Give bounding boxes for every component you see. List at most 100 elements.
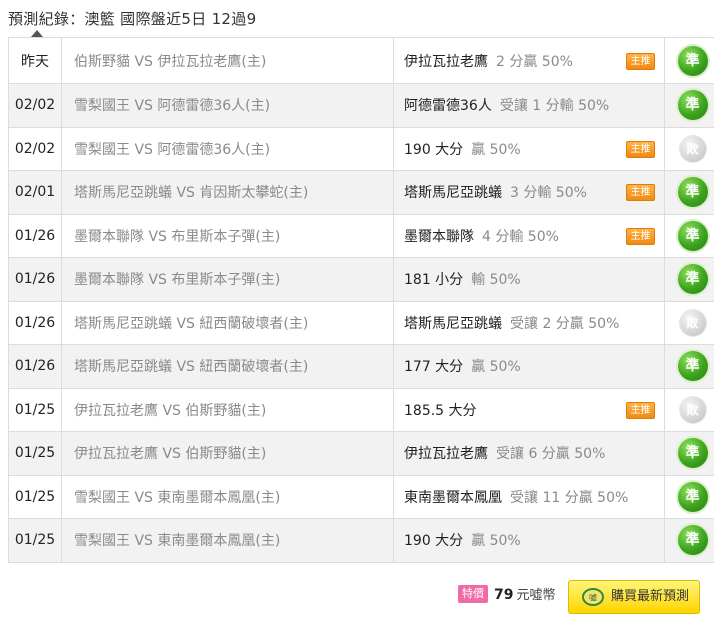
table-row: 01/26 塔斯馬尼亞跳蟻 VS 紐西蘭破壞者(主) 塔斯馬尼亞跳蟻 受讓 2 分贏 … [8,300,714,345]
row-result: 敗 [664,387,714,432]
main-pick-badge: 主推 [626,227,655,245]
row-prediction: 塔斯馬尼亞跳蟻 受讓 2 分贏 50% [393,300,665,345]
price: 79 元噓幣 [494,584,556,607]
prediction-detail: 贏 50% [471,141,521,158]
main-pick-badge: 主推 [626,401,655,419]
result-hit-icon: 準 [677,45,708,76]
row-date: 01/26 [8,300,62,345]
prediction-pick: 東南墨爾本鳳凰 [404,489,502,506]
result-miss-icon: 敗 [679,135,706,162]
row-result: 準 [664,431,714,476]
table-row: 02/02 雪梨國王 VS 阿德雷德36人(主) 190 大分贏 50% 主推 敗 [8,126,714,171]
table-row: 01/25 伊拉瓦拉老鷹 VS 伯斯野貓(主) 伊拉瓦拉老鷹 受讓 6 分贏 50% 準 [8,431,714,476]
row-date: 02/02 [8,83,62,128]
table-row: 02/02 雪梨國王 VS 阿德雷德36人(主) 阿德雷德36人 受讓 1 分輸 50… [8,83,714,128]
row-match: 雪梨國王 VS 東南墨爾本鳳凰(主) [61,518,394,563]
table-row: 01/25 雪梨國王 VS 東南墨爾本鳳凰(主) 東南墨爾本鳳凰 受讓 11 分贏 5… [8,474,714,519]
prediction-detail: 2 分贏 50% [496,53,573,70]
row-match: 雪梨國王 VS 阿德雷德36人(主) [61,83,394,128]
result-hit-icon: 準 [677,90,708,121]
result-hit-icon: 準 [677,177,708,208]
prediction-pick: 伊拉瓦拉老鷹 [404,53,488,70]
prediction-pick: 190 大分 [404,533,464,550]
row-date: 01/25 [8,474,62,519]
row-prediction: 185.5 大分 主推 [393,387,665,432]
row-prediction: 伊拉瓦拉老鷹 受讓 6 分贏 50% [393,431,665,476]
row-result: 準 [664,170,714,215]
row-date: 01/25 [8,387,62,432]
row-result: 準 [664,518,714,563]
buy-button-label: 購買最新預測 [611,589,690,604]
table-row: 01/25 雪梨國王 VS 東南墨爾本鳳凰(主) 190 大分贏 50% 準 [8,518,714,563]
row-prediction: 伊拉瓦拉老鷹 2 分贏 50% 主推 [393,37,665,84]
row-result: 準 [664,37,714,84]
table-row: 昨天 伯斯野貓 VS 伊拉瓦拉老鷹(主) 伊拉瓦拉老鷹 2 分贏 50% 主推 準 [8,37,714,84]
result-hit-icon: 準 [677,220,708,251]
row-match: 雪梨國王 VS 阿德雷德36人(主) [61,126,394,171]
prediction-detail: 贏 50% [471,359,521,376]
prediction-pick: 塔斯馬尼亞跳蟻 [404,185,502,202]
prediction-detail: 受讓 11 分贏 50% [510,489,629,506]
row-match: 塔斯馬尼亞跳蟻 VS 肯因斯太攀蛇(主) [61,170,394,215]
prediction-pick: 阿德雷德36人 [404,98,492,115]
row-result: 準 [664,474,714,519]
row-match: 伊拉瓦拉老鷹 VS 伯斯野貓(主) [61,431,394,476]
row-prediction: 190 大分贏 50% 主推 [393,126,665,171]
row-match: 伊拉瓦拉老鷹 VS 伯斯野貓(主) [61,387,394,432]
result-hit-icon: 準 [677,525,708,556]
footer: 特價 79 元噓幣 噓 購買最新預測 [0,580,714,620]
row-prediction: 東南墨爾本鳳凰 受讓 11 分贏 50% [393,474,665,519]
prediction-table: 昨天 伯斯野貓 VS 伊拉瓦拉老鷹(主) 伊拉瓦拉老鷹 2 分贏 50% 主推準 02/0… [8,37,714,563]
result-hit-icon: 準 [677,481,708,512]
prediction-table-wrap: 昨天 伯斯野貓 VS 伊拉瓦拉老鷹(主) 伊拉瓦拉老鷹 2 分贏 50% 主推準 02/0… [8,30,714,563]
row-date: 02/01 [8,170,62,215]
row-result: 敗 [664,300,714,345]
row-date: 01/26 [8,257,62,302]
table-row: 01/26 塔斯馬尼亞跳蟻 VS 紐西蘭破壞者(主) 177 大分贏 50% 準 [8,344,714,389]
row-match: 墨爾本聯隊 VS 布里斯本子彈(主) [61,257,394,302]
tab-pointer-indicator [31,30,43,37]
result-hit-icon: 準 [677,351,708,382]
prediction-detail: 3 分輸 50% [510,185,587,202]
table-row: 01/26 墨爾本聯隊 VS 布里斯本子彈(主) 墨爾本聯隊 4 分輸 50% 主推 準 [8,213,714,258]
row-match: 伯斯野貓 VS 伊拉瓦拉老鷹(主) [61,37,394,84]
row-date: 02/02 [8,126,62,171]
row-match: 雪梨國王 VS 東南墨爾本鳳凰(主) [61,474,394,519]
main-pick-badge: 主推 [626,140,655,158]
row-result: 準 [664,83,714,128]
page-title: 預測紀錄：澳籃 國際盤近5日 12過9 [8,10,257,28]
row-result: 敗 [664,126,714,171]
prediction-pick: 181 小分 [404,272,464,289]
row-match: 墨爾本聯隊 VS 布里斯本子彈(主) [61,213,394,258]
prediction-pick: 177 大分 [404,359,464,376]
prediction-detail: 4 分輸 50% [482,228,559,245]
prediction-pick: 墨爾本聯隊 [404,228,474,245]
result-hit-icon: 準 [677,438,708,469]
row-date: 01/26 [8,344,62,389]
prediction-pick: 伊拉瓦拉老鷹 [404,446,488,463]
coin-icon: 噓 [582,588,604,606]
coin-icon-text: 噓 [589,593,597,603]
row-date: 01/25 [8,518,62,563]
table-row: 02/01 塔斯馬尼亞跳蟻 VS 肯因斯太攀蛇(主) 塔斯馬尼亞跳蟻 3 分輸 50%… [8,170,714,215]
row-prediction: 墨爾本聯隊 4 分輸 50% 主推 [393,213,665,258]
buy-latest-prediction-button[interactable]: 噓 購買最新預測 [568,580,700,614]
result-miss-icon: 敗 [679,309,706,336]
row-prediction: 181 小分輸 50% [393,257,665,302]
row-date: 昨天 [8,37,62,84]
prediction-pick: 185.5 大分 [404,402,477,419]
row-prediction: 塔斯馬尼亞跳蟻 3 分輸 50% 主推 [393,170,665,215]
table-row: 01/25 伊拉瓦拉老鷹 VS 伯斯野貓(主) 185.5 大分 主推 敗 [8,387,714,432]
row-prediction: 190 大分贏 50% [393,518,665,563]
prediction-detail: 受讓 1 分輸 50% [499,98,610,115]
prediction-pick: 塔斯馬尼亞跳蟻 [404,315,502,332]
price-unit: 元噓幣 [516,588,556,603]
row-result: 準 [664,257,714,302]
table-row: 01/26 墨爾本聯隊 VS 布里斯本子彈(主) 181 小分輸 50% 準 [8,257,714,302]
row-prediction: 177 大分贏 50% [393,344,665,389]
row-match: 塔斯馬尼亞跳蟻 VS 紐西蘭破壞者(主) [61,300,394,345]
row-date: 01/26 [8,213,62,258]
prediction-pick: 190 大分 [404,141,464,158]
row-result: 準 [664,344,714,389]
row-prediction: 阿德雷德36人 受讓 1 分輸 50% [393,83,665,128]
